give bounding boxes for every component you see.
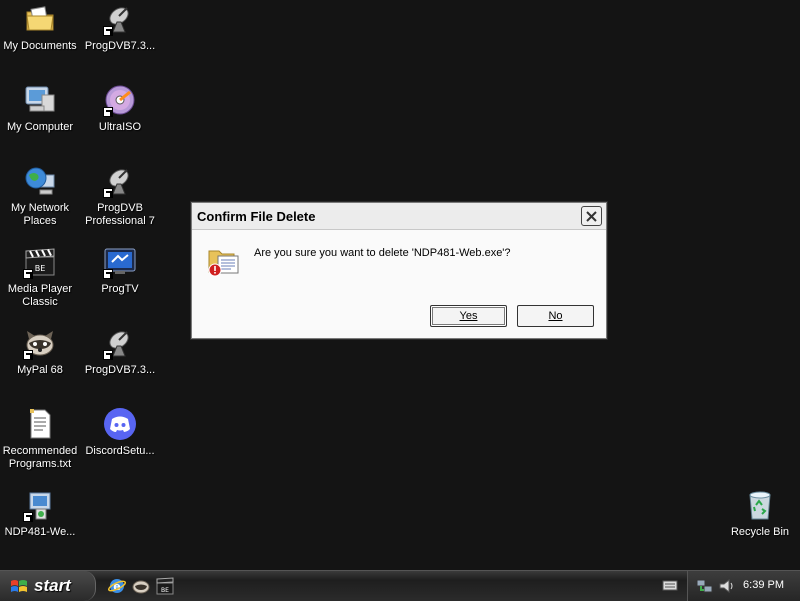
desktop-icon-recommended-programs[interactable]: Recommended Programs.txt [0,407,80,471]
shortcut-arrow-icon [103,107,113,117]
desktop-icon-recycle-bin[interactable]: Recycle Bin [720,488,800,539]
icon-label: DiscordSetu... [85,445,155,457]
desktop-icon-progdvb-2[interactable]: ProgDVB7.3... [80,326,160,377]
desktop-icon-progdvb-professional[interactable]: ProgDVB Professional 7 [80,164,160,228]
clock[interactable]: 6:39 PM [743,579,784,591]
windows-logo-icon [11,580,27,592]
desktop-icon-progtv[interactable]: ProgTV [80,245,160,296]
icon-label: My Documents [3,40,77,52]
svg-text:BE: BE [161,587,169,594]
clapperboard-icon: BE [23,245,57,279]
yes-button-label: Yes [459,310,478,322]
no-button-label: No [548,310,563,322]
shortcut-arrow-icon [103,350,113,360]
text-file-icon [23,407,57,441]
satellite-dish-icon [103,164,137,198]
satellite-dish-icon [103,326,137,360]
desktop-icon-media-player-classic[interactable]: BE Media Player Classic [0,245,80,309]
taskbar: start e BE 6:39 PM [0,570,800,601]
icon-label: Media Player Classic [7,283,73,308]
file-delete-warning-icon [206,243,242,279]
icon-label: Recommended Programs.txt [2,445,78,470]
desktop-icon-my-documents[interactable]: My Documents [0,2,80,53]
keyboard-icon[interactable] [662,578,680,596]
network-icon[interactable] [696,577,714,595]
close-button[interactable] [581,206,602,226]
installer-icon [23,488,57,522]
volume-icon[interactable] [718,577,736,595]
desktop-icon-ultraiso[interactable]: UltraISO [80,83,160,134]
disc-icon [103,83,137,117]
svg-text:BE: BE [35,264,46,273]
desktop-icon-mypal-68[interactable]: MyPal 68 [0,326,80,377]
close-icon [586,210,597,222]
internet-explorer-icon[interactable]: e [107,577,127,595]
shortcut-arrow-icon [103,26,113,36]
discord-icon [103,407,137,441]
icon-label: UltraISO [98,121,142,133]
desktop-icon-my-computer[interactable]: My Computer [0,83,80,134]
start-label: start [34,576,71,595]
computer-icon [23,83,57,117]
icon-label: MyPal 68 [17,364,63,376]
raccoon-icon [23,326,57,360]
start-button[interactable]: start [0,571,96,601]
dialog-message: Are you sure you want to delete 'NDP481-… [254,247,511,259]
raccoon-icon[interactable] [132,577,150,595]
confirm-delete-dialog: Confirm File Delete Are you sure you wan… [191,202,607,339]
tv-icon [103,245,137,279]
icon-label: My Network Places [10,202,70,227]
shortcut-arrow-icon [103,188,113,198]
desktop-icon-progdvb-1[interactable]: ProgDVB7.3... [80,2,160,53]
shortcut-arrow-icon [23,512,33,522]
shortcut-arrow-icon [23,269,33,279]
network-globe-icon [23,164,57,198]
icon-label: ProgTV [101,283,139,295]
clapperboard-icon[interactable]: BE [156,577,174,595]
recycle-bin-icon [743,488,777,522]
icon-label: Recycle Bin [730,526,790,538]
icon-label: ProgDVB7.3... [84,364,156,376]
icon-label: My Computer [6,121,74,133]
desktop-icon-ndp481-installer[interactable]: NDP481-We... [0,488,80,539]
yes-button[interactable]: Yes [430,305,507,327]
icon-label: ProgDVB7.3... [84,40,156,52]
icon-label: ProgDVB Professional 7 [85,202,155,227]
satellite-dish-icon [103,2,137,36]
desktop-icon-my-network-places[interactable]: My Network Places [0,164,80,228]
dialog-titlebar[interactable]: Confirm File Delete [192,203,606,230]
dialog-body: Are you sure you want to delete 'NDP481-… [192,230,606,338]
folder-documents-icon [23,2,57,36]
desktop-icon-discord-setup[interactable]: DiscordSetu... [80,407,160,458]
dialog-title: Confirm File Delete [197,209,316,224]
system-tray: 6:39 PM [687,571,800,601]
no-button[interactable]: No [517,305,594,327]
shortcut-arrow-icon [103,269,113,279]
icon-label: NDP481-We... [4,526,76,538]
shortcut-arrow-icon [23,350,33,360]
